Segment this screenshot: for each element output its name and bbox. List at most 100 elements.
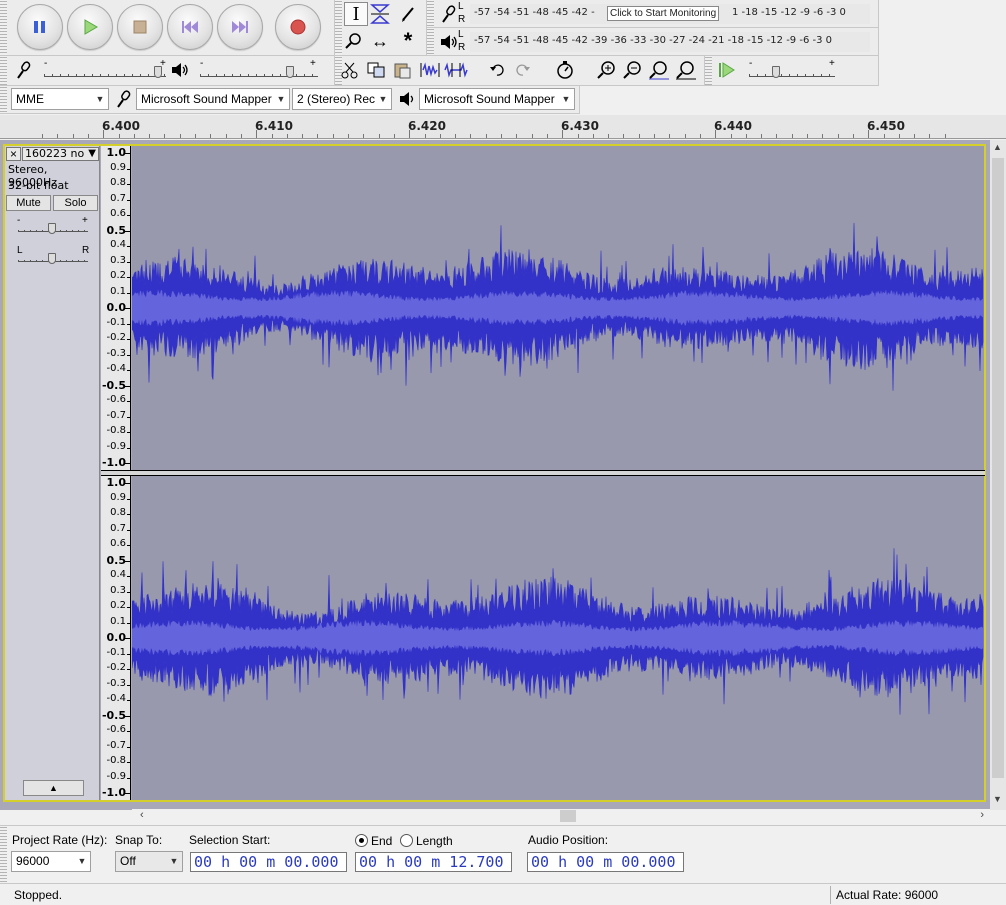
recording-device-select[interactable]: Microsoft Sound Mapper ▼ bbox=[136, 88, 290, 110]
asterisk-icon: * bbox=[403, 28, 413, 53]
end-radio[interactable] bbox=[355, 834, 368, 847]
track-name-menu[interactable]: 160223 no ▼ bbox=[22, 147, 99, 161]
audio-host-select[interactable]: MME ▼ bbox=[11, 88, 109, 110]
skip-to-end-button[interactable] bbox=[217, 4, 263, 50]
playback-volume-track[interactable] bbox=[200, 74, 318, 77]
playback-speed-slider[interactable] bbox=[772, 66, 780, 78]
snap-to-label: Snap To: bbox=[115, 833, 163, 847]
scale-tick bbox=[127, 339, 130, 340]
fit-selection-button[interactable] bbox=[647, 59, 671, 81]
toolbar-grip[interactable] bbox=[0, 826, 7, 883]
track-close-button[interactable]: × bbox=[6, 147, 21, 161]
toolbar-grip[interactable] bbox=[427, 28, 434, 55]
paste-button[interactable] bbox=[390, 59, 414, 81]
length-radio[interactable] bbox=[400, 834, 413, 847]
waveform-left-channel[interactable] bbox=[132, 146, 984, 470]
ruler-label: 6.440 bbox=[714, 119, 752, 133]
timeline-ruler[interactable]: 6.400 6.410 6.420 6.430 6.440 6.450 bbox=[0, 115, 1006, 139]
playback-speed-track[interactable] bbox=[749, 74, 835, 77]
scroll-thumb[interactable] bbox=[560, 810, 576, 822]
scale-tick bbox=[125, 793, 130, 794]
vertical-scale-right: 1.0 0.9 0.8 0.7 0.6 0.5 0.4 0.3 0.2 0.1 0.0 -0.1 -0.… bbox=[101, 476, 131, 800]
solo-button[interactable]: Solo bbox=[53, 195, 98, 211]
scroll-down-arrow[interactable]: ▼ bbox=[993, 794, 1002, 804]
toolbar-grip[interactable] bbox=[0, 0, 7, 55]
toolbar-grip[interactable] bbox=[0, 86, 7, 113]
record-button[interactable] bbox=[275, 4, 321, 50]
scale-label: -0.9 bbox=[106, 440, 126, 452]
scroll-left-arrow[interactable]: ‹ bbox=[140, 809, 144, 821]
gain-slider[interactable] bbox=[48, 223, 56, 234]
audio-position-label: Audio Position: bbox=[528, 833, 609, 847]
scale-tick bbox=[125, 153, 130, 154]
play-button[interactable] bbox=[67, 4, 113, 50]
fit-project-button[interactable] bbox=[674, 59, 698, 81]
scroll-right-arrow[interactable]: › bbox=[980, 809, 984, 821]
undo-button[interactable] bbox=[485, 59, 509, 81]
chevron-down-icon: ▼ bbox=[74, 852, 90, 871]
cut-button[interactable] bbox=[338, 59, 362, 81]
zoom-tool[interactable] bbox=[341, 29, 365, 53]
zoom-in-button[interactable] bbox=[594, 59, 618, 81]
ruler-tick bbox=[699, 134, 701, 138]
copy-icon bbox=[367, 62, 385, 78]
scale-label: 0.1 bbox=[110, 285, 126, 297]
transport-toolbar bbox=[0, 0, 335, 56]
snap-to-select[interactable]: Off ▼ bbox=[115, 851, 183, 872]
scale-label: 0.3 bbox=[110, 584, 126, 596]
waveform-right-channel[interactable] bbox=[132, 476, 984, 800]
scale-label: -0.4 bbox=[106, 693, 126, 704]
scale-label: 0.2 bbox=[110, 270, 126, 281]
envelope-tool[interactable] bbox=[368, 2, 392, 26]
end-radio-label: End bbox=[371, 834, 393, 848]
selection-start-time[interactable]: 00 h 00 m 00.000 s bbox=[190, 852, 347, 872]
scale-label: -0.1 bbox=[106, 646, 126, 658]
scale-label: -0.7 bbox=[106, 739, 126, 751]
recording-volume-slider[interactable] bbox=[154, 66, 162, 78]
pause-button[interactable] bbox=[17, 4, 63, 50]
collapse-track-button[interactable]: ▲ bbox=[23, 780, 84, 796]
scale-label: 0.0 bbox=[106, 301, 127, 314]
ruler-tick bbox=[516, 134, 518, 138]
microphone-icon bbox=[442, 5, 456, 23]
selection-end-time[interactable]: 00 h 00 m 12.700 s bbox=[355, 852, 512, 872]
toolbar-grip[interactable] bbox=[705, 56, 712, 85]
draw-tool[interactable] bbox=[396, 2, 420, 26]
pan-slider[interactable] bbox=[48, 253, 56, 264]
horizontal-scrollbar[interactable]: ‹ › bbox=[132, 809, 990, 823]
recording-meter[interactable]: -57 -54 -51 -48 -45 -42 - Click to Start… bbox=[470, 4, 870, 24]
recording-channels-select[interactable]: 2 (Stereo) Reco ▼ bbox=[292, 88, 392, 110]
trim-audio-button[interactable] bbox=[418, 59, 442, 81]
skip-to-start-button[interactable] bbox=[167, 4, 213, 50]
playback-device-select[interactable]: Microsoft Sound Mapper ▼ bbox=[419, 88, 575, 110]
toolbar-grip[interactable] bbox=[427, 0, 434, 27]
vertical-scrollbar[interactable]: ▲ ▼ bbox=[990, 140, 1006, 810]
playback-meter[interactable]: -57 -54 -51 -48 -45 -42 -39 -36 -33 -30 … bbox=[470, 32, 870, 52]
triangle-up-icon: ▲ bbox=[49, 783, 58, 793]
ruler-tick bbox=[149, 134, 151, 138]
multi-tool[interactable]: * bbox=[396, 29, 420, 53]
start-monitoring-label[interactable]: Click to Start Monitoring bbox=[607, 6, 720, 21]
selection-tool[interactable]: I bbox=[344, 2, 368, 26]
scroll-up-arrow[interactable]: ▲ bbox=[993, 142, 1002, 152]
sync-lock-button[interactable] bbox=[553, 59, 577, 81]
audio-position-time[interactable]: 00 h 00 m 00.000 s bbox=[527, 852, 684, 872]
project-rate-select[interactable]: 96000 ▼ bbox=[11, 851, 91, 872]
playback-volume-slider[interactable] bbox=[286, 66, 294, 78]
recording-volume-track[interactable] bbox=[44, 74, 166, 77]
play-at-speed-button[interactable] bbox=[715, 59, 739, 81]
zoom-out-button[interactable] bbox=[620, 59, 644, 81]
stop-button[interactable] bbox=[117, 4, 163, 50]
scale-tick bbox=[127, 323, 130, 325]
silence-audio-button[interactable] bbox=[444, 59, 468, 81]
ruler-tick bbox=[210, 134, 212, 138]
time-shift-tool[interactable]: ↔ bbox=[368, 29, 392, 53]
scale-tick bbox=[127, 416, 130, 418]
copy-button[interactable] bbox=[364, 59, 388, 81]
mute-button[interactable]: Mute bbox=[6, 195, 51, 211]
edit-toolbar bbox=[335, 56, 705, 86]
toolbar-grip[interactable] bbox=[0, 56, 7, 85]
scroll-thumb[interactable] bbox=[992, 158, 1004, 778]
redo-button[interactable] bbox=[511, 59, 535, 81]
scale-label: 0.7 bbox=[110, 192, 126, 204]
